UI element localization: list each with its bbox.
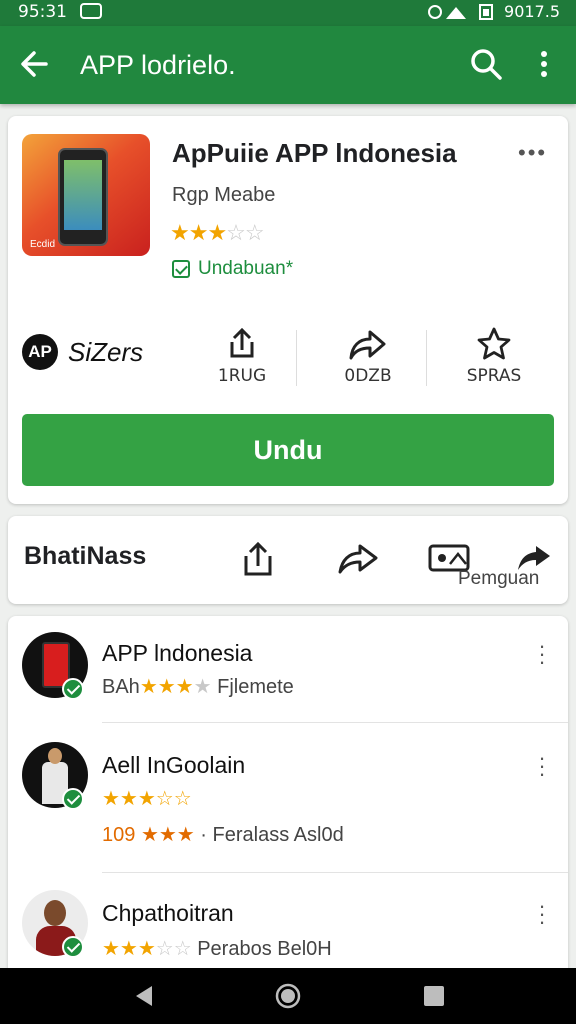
stat-share-label: 1RUG <box>217 366 267 386</box>
battery-icon <box>479 3 494 20</box>
status-bar: 95:31 9017.5 <box>0 0 576 26</box>
app-bar-title: APP lodrielo. <box>80 50 236 80</box>
list-item-meta: 109 ★★★ · Feralass Asl0d <box>102 822 344 847</box>
list-item-suffix: Perabos Bel0H <box>197 938 332 960</box>
divider <box>102 872 568 873</box>
installed-label: Undabuan* <box>198 258 294 279</box>
check-box-icon <box>172 260 190 278</box>
app-details-card: Ecdid ApPuiie APP lndonesia ••• Rgp Meab… <box>8 116 568 504</box>
stat-share[interactable]: 1RUG <box>182 326 302 396</box>
list-item-suffix: Fjlemete <box>217 676 294 698</box>
brand-name: SiZers <box>68 336 144 367</box>
related-apps-list: APP lndonesia BAh★★★★ Fjlemete · · · Aell … <box>8 616 568 976</box>
brand-logo: AP <box>22 334 58 370</box>
stat-forward-label: 0DZB <box>344 366 392 386</box>
back-arrow-icon[interactable] <box>18 46 50 82</box>
list-item-prefix: BAh <box>102 676 140 698</box>
actions-card: BhatiNass Pemguan <box>8 516 568 604</box>
divider <box>102 722 568 723</box>
divider <box>296 330 297 386</box>
more-vert-icon[interactable]: · · · <box>534 635 550 673</box>
actions-title: BhatiNass <box>24 542 147 570</box>
list-item-suffix: · Feralass Asl0d <box>200 824 344 846</box>
list-item-meta: BAh★★★★ Fjlemete <box>102 676 294 698</box>
stars-off: ☆☆ <box>155 938 192 960</box>
phone-icon <box>58 148 108 246</box>
app-developer[interactable]: Rgp Meabe <box>172 184 275 207</box>
stars: ★★★☆☆ <box>102 788 192 810</box>
nav-back-icon[interactable] <box>130 982 158 1010</box>
list-item[interactable]: Chpathoitran ★★★☆☆ Perabos Bel0H · · · <box>8 874 568 976</box>
app-more-icon[interactable]: ••• <box>518 140 547 166</box>
signal-icon <box>428 4 467 19</box>
app-icon-caption: Ecdid <box>30 239 56 250</box>
list-item-name: APP lndonesia <box>102 640 253 666</box>
notification-icon <box>80 3 102 19</box>
list-item-stars: ★★★ <box>102 938 156 960</box>
forward-icon <box>349 330 386 360</box>
list-item-name: Aell InGoolain <box>102 752 246 778</box>
status-time: 95:31 <box>18 2 67 22</box>
share-up-icon <box>230 327 254 358</box>
list-item-meta: ★★★☆☆ Perabos Bel0H <box>102 936 332 961</box>
search-icon[interactable] <box>468 46 504 82</box>
app-title: ApPuiie APP lndonesia <box>172 138 457 168</box>
list-item-stars: ★★★ <box>139 676 194 698</box>
nav-recents-icon[interactable] <box>420 982 448 1010</box>
app-icon: Ecdid <box>22 134 150 256</box>
app-bar: APP lodrielo. <box>0 26 576 104</box>
forward-icon[interactable] <box>336 536 380 580</box>
stat-star-label: SPRAS <box>466 366 522 386</box>
list-item-stars: ★★★ <box>140 824 195 846</box>
list-item-name: Chpathoitran <box>102 900 234 926</box>
divider <box>426 330 427 386</box>
verified-badge-icon <box>62 678 84 700</box>
more-vert-icon[interactable] <box>528 46 560 82</box>
list-item-stars-line: ★★★☆☆ <box>102 786 192 811</box>
installed-status: Undabuan* <box>172 258 293 280</box>
list-item[interactable]: APP lndonesia BAh★★★★ Fjlemete · · · <box>8 616 568 724</box>
install-button[interactable]: Undu <box>22 414 554 486</box>
verified-badge-icon <box>62 788 84 810</box>
list-item-prefix: 109 <box>102 824 136 846</box>
verified-badge-icon <box>62 936 84 958</box>
actions-caption: Pemguan <box>458 568 540 589</box>
battery-text: 9017.5 <box>504 2 560 21</box>
nav-home-icon[interactable] <box>274 982 302 1010</box>
app-rating-stars: ★★★☆☆ <box>170 220 265 245</box>
brand: AP SiZers <box>22 334 143 370</box>
more-vert-icon[interactable]: · · · <box>534 747 550 785</box>
status-icons: 9017.5 <box>428 2 560 21</box>
share-up-icon[interactable] <box>238 536 282 580</box>
stat-star[interactable]: SPRAS <box>434 326 554 396</box>
navigation-bar <box>0 968 576 1024</box>
star-outline-icon <box>477 327 511 360</box>
more-vert-icon[interactable]: · · · <box>534 895 550 933</box>
stat-forward[interactable]: 0DZB <box>308 326 428 396</box>
list-item[interactable]: Aell InGoolain ★★★☆☆ 109 ★★★ · Feralass … <box>8 724 568 874</box>
